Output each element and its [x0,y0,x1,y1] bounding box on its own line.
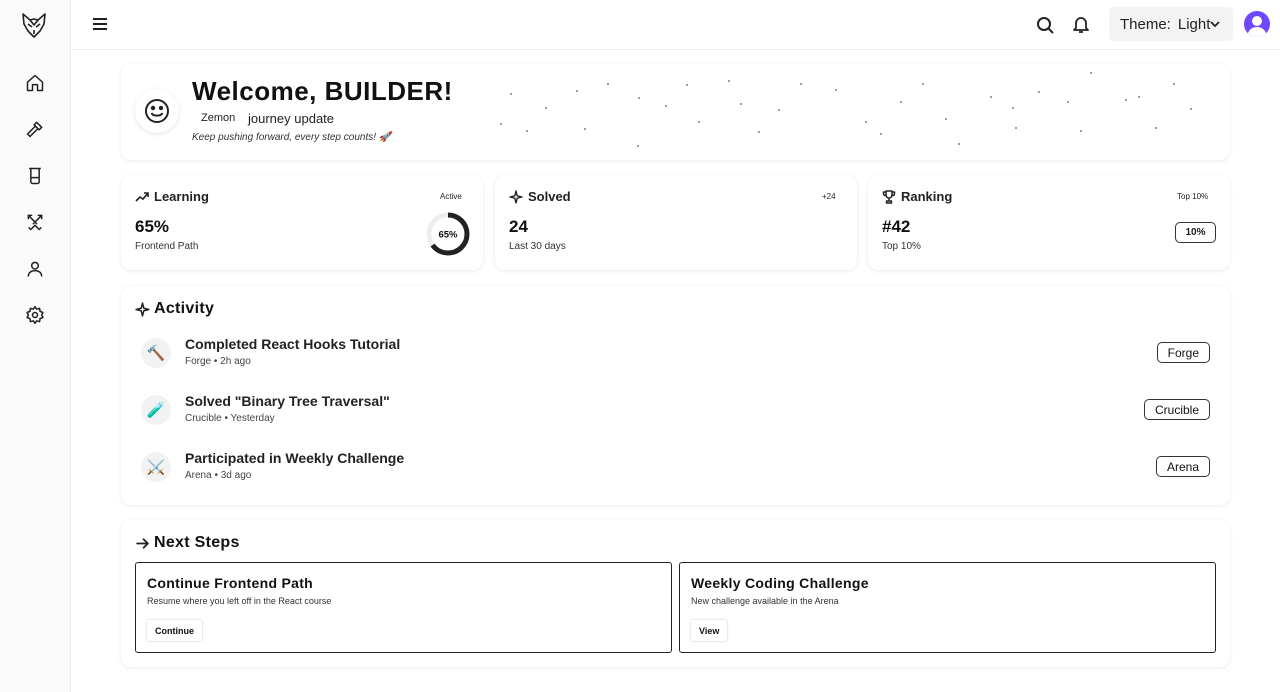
continue-button[interactable]: Continue [147,620,202,641]
next-step-description: New challenge available in the Arena [691,596,839,606]
sidebar-item-crucible[interactable] [24,165,46,187]
activity-card: Activity 🔨 Completed React Hooks Tutoria… [121,286,1230,505]
activity-item-title: Solved "Binary Tree Traversal" [185,393,390,409]
test-tube-icon: 🧪 [141,395,171,425]
next-steps-header: Next Steps [135,534,240,552]
theme-label: Theme: [1120,15,1171,33]
learning-ring-label: 65% [438,230,458,241]
learning-value: 65% [135,217,170,236]
sidebar-item-arena[interactable] [24,211,46,233]
theme-selector[interactable]: Theme: Light [1109,7,1233,41]
solved-subtitle: Last 30 days [509,241,566,252]
search-icon [1037,17,1054,34]
sparkle-icon [509,189,523,204]
next-step-title: Continue Frontend Path [147,575,314,591]
hamburger-icon [93,18,107,30]
solved-title: Solved [528,189,571,204]
next-steps-card: Next Steps Continue Frontend Path Resume… [121,520,1230,667]
next-step-description: Resume where you left off in the React c… [147,596,332,606]
menu-toggle-button[interactable] [91,15,109,33]
theme-value: Light [1177,15,1211,33]
ranking-percent-badge: 10% [1175,222,1216,243]
solved-delta-tag: +24 [822,192,836,201]
ranking-value: #42 [882,217,911,236]
activity-item-meta: Forge • 2h ago [185,356,251,367]
learning-subtitle: Frontend Path [135,241,199,252]
welcome-card: Welcome, BUILDER! Zemon journey update K… [121,64,1230,160]
ranking-card: Ranking Top 10% #42 Top 10% 10% [868,175,1230,270]
view-button[interactable]: View [691,620,728,641]
hammer-icon: 🔨 [141,338,171,368]
ranking-title: Ranking [901,189,953,204]
solved-header: Solved [509,189,571,204]
activity-item-title: Completed React Hooks Tutorial [185,336,401,352]
solved-value: 24 [509,217,528,236]
activity-item[interactable]: 🔨 Completed React Hooks Tutorial Forge •… [141,336,1210,376]
sidebar [0,0,71,692]
top-header: Theme: Light [71,0,1280,50]
crossed-swords-icon [27,214,43,231]
activity-title: Activity [154,300,215,317]
sidebar-item-settings[interactable] [24,304,46,326]
chevron-down-icon [1210,21,1220,28]
trending-up-icon [135,191,149,202]
zemon-badge: Zemon [192,110,245,126]
sidebar-item-profile[interactable] [24,258,46,280]
journey-label: journey update [248,111,335,126]
activity-item-tag: Arena [1155,456,1210,477]
ranking-tier-tag: Top 10% [1177,192,1209,201]
sidebar-item-home[interactable] [24,72,46,94]
avatar[interactable] [1244,11,1270,37]
ranking-header: Ranking [882,189,952,204]
next-steps-title: Next Steps [154,534,240,551]
activity-item-tag: Crucible [1143,399,1210,420]
next-step-item: Weekly Coding Challenge New challenge av… [679,562,1216,653]
learning-card: Learning Active 65% Frontend Path 65% [121,175,483,270]
hammer-icon [26,121,43,138]
activity-item-title: Participated in Weekly Challenge [185,450,405,466]
sidebar-item-forge[interactable] [24,118,46,140]
arrow-right-icon [136,537,149,549]
activity-item[interactable]: ⚔️ Participated in Weekly Challenge Aren… [141,450,1210,490]
learning-status-tag: Active [440,192,462,201]
trophy-icon [882,189,896,204]
star-field-decoration [500,72,1192,147]
user-icon [27,261,43,277]
sparkle-icon [135,301,150,317]
learning-header: Learning [135,189,209,204]
welcome-subtitle: Keep pushing forward, every step counts!… [192,132,392,143]
next-step-title: Weekly Coding Challenge [691,575,869,591]
smile-icon [135,89,179,133]
activity-header: Activity [135,300,214,318]
next-step-item: Continue Frontend Path Resume where you … [135,562,672,653]
learning-title: Learning [154,189,209,204]
learning-progress-ring: 65% [425,211,471,257]
solved-card: Solved +24 24 Last 30 days [495,175,857,270]
crossed-swords-icon: ⚔️ [141,452,171,482]
notifications-button[interactable] [1071,14,1091,34]
welcome-title: Welcome, BUILDER! [192,76,453,106]
activity-item-tag: Forge [1156,342,1210,363]
gear-icon [26,305,44,325]
activity-item-meta: Arena • 3d ago [185,470,252,481]
home-icon [26,74,44,92]
beaker-icon [29,167,41,185]
fox-logo-icon[interactable] [20,11,48,39]
ranking-subtitle: Top 10% [882,241,921,252]
activity-item[interactable]: 🧪 Solved "Binary Tree Traversal" Crucibl… [141,393,1210,433]
bell-icon [1073,17,1089,33]
activity-item-meta: Crucible • Yesterday [185,413,275,424]
search-button[interactable] [1035,15,1055,35]
